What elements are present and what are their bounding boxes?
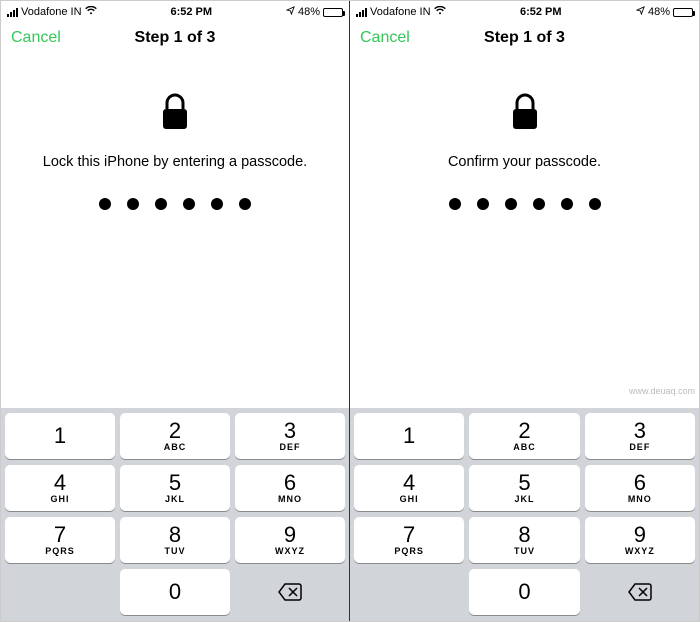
- status-bar: Vodafone IN 6:52 PM 48%: [350, 1, 699, 21]
- key-0[interactable]: 0: [469, 569, 579, 615]
- numeric-keypad: 1 2ABC 3DEF 4GHI 5JKL 6MNO 7PQRS 8TUV 9W…: [1, 408, 349, 621]
- instruction-text: Confirm your passcode.: [448, 154, 601, 170]
- carrier-label: Vodafone IN: [370, 6, 431, 18]
- content-area: Lock this iPhone by entering a passcode.: [1, 55, 349, 408]
- key-9[interactable]: 9WXYZ: [585, 517, 695, 563]
- cancel-button[interactable]: Cancel: [360, 29, 410, 47]
- passcode-dots: [99, 198, 251, 210]
- backspace-button[interactable]: [585, 569, 695, 615]
- battery-percent: 48%: [648, 6, 670, 18]
- passcode-dot: [505, 198, 517, 210]
- key-3[interactable]: 3DEF: [585, 413, 695, 459]
- battery-icon: [323, 8, 343, 17]
- key-blank: [5, 569, 115, 615]
- page-title: Step 1 of 3: [484, 29, 565, 47]
- battery-percent: 48%: [298, 6, 320, 18]
- key-2[interactable]: 2ABC: [469, 413, 579, 459]
- key-7[interactable]: 7PQRS: [5, 517, 115, 563]
- nav-bar: Cancel Step 1 of 3: [1, 21, 349, 55]
- phone-screen-left: Vodafone IN 6:52 PM 48% Cancel Step 1 of…: [1, 1, 350, 621]
- key-blank: [354, 569, 464, 615]
- lock-icon: [508, 91, 542, 140]
- location-icon: [636, 6, 645, 18]
- key-8[interactable]: 8TUV: [469, 517, 579, 563]
- dual-screenshot-container: Vodafone IN 6:52 PM 48% Cancel Step 1 of…: [0, 0, 700, 622]
- key-2[interactable]: 2ABC: [120, 413, 230, 459]
- signal-icon: [7, 8, 18, 17]
- key-4[interactable]: 4GHI: [5, 465, 115, 511]
- key-9[interactable]: 9WXYZ: [235, 517, 345, 563]
- key-6[interactable]: 6MNO: [235, 465, 345, 511]
- key-5[interactable]: 5JKL: [469, 465, 579, 511]
- passcode-dot: [589, 198, 601, 210]
- key-1[interactable]: 1: [5, 413, 115, 459]
- carrier-label: Vodafone IN: [21, 6, 82, 18]
- passcode-dot: [183, 198, 195, 210]
- wifi-icon: [434, 6, 446, 18]
- phone-screen-right: Vodafone IN 6:52 PM 48% Cancel Step 1 of…: [350, 1, 699, 621]
- key-6[interactable]: 6MNO: [585, 465, 695, 511]
- backspace-button[interactable]: [235, 569, 345, 615]
- key-4[interactable]: 4GHI: [354, 465, 464, 511]
- clock: 6:52 PM: [520, 6, 562, 18]
- clock: 6:52 PM: [170, 6, 212, 18]
- passcode-dots: [449, 198, 601, 210]
- signal-icon: [356, 8, 367, 17]
- passcode-dot: [155, 198, 167, 210]
- instruction-text: Lock this iPhone by entering a passcode.: [43, 154, 307, 170]
- passcode-dot: [449, 198, 461, 210]
- battery-icon: [673, 8, 693, 17]
- key-0[interactable]: 0: [120, 569, 230, 615]
- nav-bar: Cancel Step 1 of 3: [350, 21, 699, 55]
- passcode-dot: [533, 198, 545, 210]
- page-title: Step 1 of 3: [135, 29, 216, 47]
- location-icon: [286, 6, 295, 18]
- content-area: Confirm your passcode.: [350, 55, 699, 408]
- key-7[interactable]: 7PQRS: [354, 517, 464, 563]
- watermark: www.deuaq.com: [629, 386, 695, 396]
- key-1[interactable]: 1: [354, 413, 464, 459]
- cancel-button[interactable]: Cancel: [11, 29, 61, 47]
- wifi-icon: [85, 6, 97, 18]
- passcode-dot: [99, 198, 111, 210]
- status-bar: Vodafone IN 6:52 PM 48%: [1, 1, 349, 21]
- passcode-dot: [127, 198, 139, 210]
- passcode-dot: [477, 198, 489, 210]
- passcode-dot: [561, 198, 573, 210]
- key-3[interactable]: 3DEF: [235, 413, 345, 459]
- key-8[interactable]: 8TUV: [120, 517, 230, 563]
- numeric-keypad: 1 2ABC 3DEF 4GHI 5JKL 6MNO 7PQRS 8TUV 9W…: [350, 408, 699, 621]
- key-5[interactable]: 5JKL: [120, 465, 230, 511]
- passcode-dot: [211, 198, 223, 210]
- passcode-dot: [239, 198, 251, 210]
- lock-icon: [158, 91, 192, 140]
